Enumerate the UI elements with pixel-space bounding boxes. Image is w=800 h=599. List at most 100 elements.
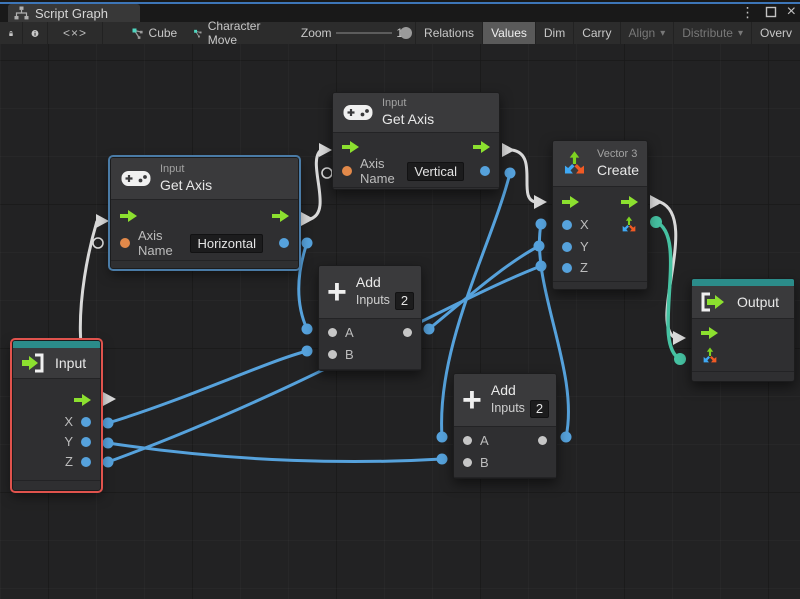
node-get-axis-vertical[interactable]: Input Get Axis Axis Name Vertical [332,92,500,190]
wire-flow-getaxis-h-to-getaxis-v[interactable] [310,150,321,219]
wire-data-add1-to-vector3-y[interactable] [429,246,539,329]
port-label: A [345,325,354,340]
node-footer [319,369,421,379]
unity-visual-scripting-window: { "window": { "tab_title": "Script Graph… [0,0,800,599]
wire-flow-getaxis-v-to-vector3[interactable] [512,150,536,202]
axis-name-port[interactable] [120,238,130,248]
port-row-a: A [454,430,556,452]
flow-row [111,203,298,229]
port-label: Z [580,260,588,275]
flow-in-row [692,322,794,344]
inputs-count-field[interactable]: 2 [395,292,414,310]
flow-out-row [13,388,100,412]
node-footer [333,187,499,193]
node-category: Input [382,97,434,111]
flow-row [333,136,499,158]
port-label: B [345,347,354,362]
port-label: Y [64,434,73,449]
node-title: Input [55,355,86,371]
port-label: Z [65,454,73,469]
param-label: Axis Name [138,228,182,258]
node-header: Input Get Axis [111,158,298,200]
node-title: Output [737,294,779,310]
port-row-x: X [553,213,647,236]
node-add-1[interactable]: + Add Inputs 2 A B [318,265,422,371]
node-add-2[interactable]: + Add Inputs 2 A B [453,373,557,479]
sum-out-port[interactable] [403,328,412,337]
port-x[interactable] [562,220,572,230]
node-header: Input [13,348,100,379]
node-footer [13,480,100,490]
flow-out-port[interactable] [272,210,289,222]
input-unit-icon [21,353,46,373]
port-y[interactable] [562,242,572,252]
port-z[interactable] [81,457,91,467]
axis-name-field[interactable]: Horizontal [190,234,263,253]
value-in-row [692,344,794,368]
axis-name-field[interactable]: Vertical [407,162,464,181]
port-row-b: B [319,344,421,366]
value-out-port[interactable] [480,166,490,176]
port-z[interactable] [562,263,572,273]
port-y[interactable] [81,437,91,447]
axis-name-port[interactable] [342,166,352,176]
port-row-a: A [319,322,421,344]
param-label: Axis Name [360,156,399,186]
port-label: X [580,217,589,232]
gamepad-icon [121,169,151,188]
node-header: + Add Inputs 2 [319,266,421,319]
port-row-y: Y [13,432,100,452]
port-a[interactable] [328,328,337,337]
node-body: Axis Name Vertical [333,133,499,187]
wire-data-getaxis-h-to-add1-a[interactable] [299,243,307,329]
node-accent-bar [692,279,794,286]
flow-out-port[interactable] [621,196,638,208]
port-x[interactable] [81,417,91,427]
node-body: A B [319,319,421,369]
sum-out-port[interactable] [538,436,547,445]
flow-row [553,190,647,213]
inputs-count-field[interactable]: 2 [530,400,549,418]
port-a[interactable] [463,436,472,445]
value-out-port[interactable] [279,238,289,248]
add-icon: + [327,279,347,305]
node-body: Axis Name Horizontal [111,200,298,260]
flow-in-port[interactable] [120,210,137,222]
flow-in-port[interactable] [701,327,718,339]
port-row-y: Y [553,236,647,257]
node-footer [454,477,556,487]
flow-out-port[interactable] [74,394,91,406]
vector3-result-port[interactable] [620,216,638,234]
node-header: Output [692,286,794,319]
node-title: Get Axis [382,111,434,129]
node-vector3-create[interactable]: Vector 3 Create X [552,140,648,290]
node-body [692,319,794,371]
wire-data-input-x-to-add1-b[interactable] [108,351,307,423]
node-header: Vector 3 Create [553,141,647,187]
node-title: Create [597,162,639,180]
flow-out-port[interactable] [473,141,490,153]
port-label: B [480,455,489,470]
node-output-unit[interactable]: Output [691,278,795,382]
node-get-axis-horizontal[interactable]: Input Get Axis Axis Name Horizontal [110,157,299,269]
port-row-z: Z [13,452,100,472]
port-b[interactable] [328,350,337,359]
node-accent-bar [13,341,100,348]
node-title: Get Axis [160,177,212,195]
node-footer [553,281,647,291]
port-row-b: B [454,452,556,474]
axis-name-row: Axis Name Horizontal [111,229,298,257]
flow-in-port[interactable] [562,196,579,208]
port-b[interactable] [463,458,472,467]
port-label: X [64,414,73,429]
flow-in-port[interactable] [342,141,359,153]
port-row-x: X [13,412,100,432]
wire-data-input-y-to-add2-b[interactable] [108,443,442,462]
node-title: Add [491,382,549,400]
node-input-unit[interactable]: Input X Y Z [12,340,101,491]
output-unit-icon [701,292,728,312]
port-label: Y [580,239,589,254]
vector3-icon [561,149,588,179]
vector3-value-port[interactable] [701,347,719,365]
node-body: A B [454,427,556,477]
